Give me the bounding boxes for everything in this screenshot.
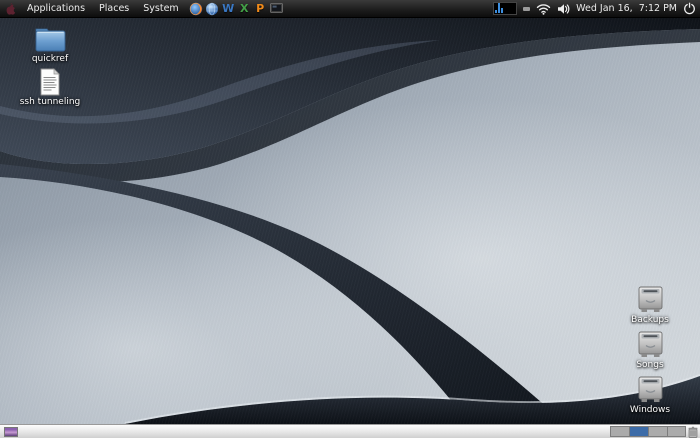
system-tray: Wed Jan 16, 7:12 PM xyxy=(493,2,700,15)
show-desktop-button[interactable] xyxy=(2,426,20,438)
excel-icon: X xyxy=(240,3,248,14)
menu-applications-label: Applications xyxy=(27,3,85,14)
wifi-icon[interactable] xyxy=(536,3,551,15)
launcher-bar: W X P xyxy=(189,1,284,17)
text-file-icon xyxy=(39,68,61,96)
hard-drive-icon xyxy=(636,376,665,404)
word-launcher[interactable]: W xyxy=(221,1,236,17)
screenshot-launcher[interactable] xyxy=(269,1,284,17)
desktop-icon-label: Songs xyxy=(614,360,686,370)
system-monitor-applet[interactable] xyxy=(493,2,517,15)
workspace-2[interactable] xyxy=(629,426,648,437)
monitor-bar xyxy=(495,10,497,13)
trash-button[interactable] xyxy=(687,426,699,438)
monitor-bar xyxy=(501,8,503,13)
desktop-icon-label: Backups xyxy=(614,315,686,325)
apple-icon xyxy=(5,2,16,15)
clock[interactable]: Wed Jan 16, 7:12 PM xyxy=(576,3,677,14)
menu-system-label: System xyxy=(143,3,178,14)
powerpoint-icon: P xyxy=(256,3,264,14)
wallpaper xyxy=(0,18,700,424)
desktop-icon-windows[interactable]: Windows xyxy=(614,376,686,415)
desktop-area[interactable]: quickref ssh tunneling xyxy=(0,18,700,424)
bottom-panel xyxy=(0,424,700,438)
tray-indicator-icon[interactable] xyxy=(523,7,530,11)
show-desktop-icon xyxy=(4,427,18,437)
volume-icon[interactable] xyxy=(557,3,570,15)
menu-applications[interactable]: Applications xyxy=(20,0,92,17)
web-browser-launcher[interactable] xyxy=(205,1,220,17)
monitor-bar xyxy=(498,3,500,13)
main-menu-button[interactable] xyxy=(0,0,20,17)
trash-icon xyxy=(688,426,698,438)
desktop-icon-backups[interactable]: Backups xyxy=(614,286,686,325)
desktop-icon-label: ssh tunneling xyxy=(14,97,86,107)
desktop-screen: Applications Places System xyxy=(0,0,700,438)
powerpoint-launcher[interactable]: P xyxy=(253,1,268,17)
desktop-icon-label: Windows xyxy=(614,405,686,415)
workspace-3[interactable] xyxy=(648,426,667,437)
word-icon: W xyxy=(222,3,234,14)
globe-icon xyxy=(205,2,219,16)
power-icon[interactable] xyxy=(683,2,696,15)
firefox-icon xyxy=(189,2,203,16)
menu-places[interactable]: Places xyxy=(92,0,136,17)
menu-places-label: Places xyxy=(99,3,129,14)
hard-drive-icon xyxy=(636,286,665,314)
folder-icon xyxy=(34,26,67,53)
excel-launcher[interactable]: X xyxy=(237,1,252,17)
desktop-icon-label: quickref xyxy=(14,54,86,64)
workspace-switcher xyxy=(610,426,686,437)
workspace-1[interactable] xyxy=(610,426,629,437)
firefox-launcher[interactable] xyxy=(189,1,204,17)
screen-icon xyxy=(270,3,283,14)
top-panel: Applications Places System xyxy=(0,0,700,18)
desktop-icon-quickref[interactable]: quickref xyxy=(14,26,86,64)
menu-system[interactable]: System xyxy=(136,0,185,17)
desktop-icon-ssh-tunneling[interactable]: ssh tunneling xyxy=(14,68,86,107)
hard-drive-icon xyxy=(636,331,665,359)
desktop-icon-songs[interactable]: Songs xyxy=(614,331,686,370)
workspace-4[interactable] xyxy=(667,426,686,437)
